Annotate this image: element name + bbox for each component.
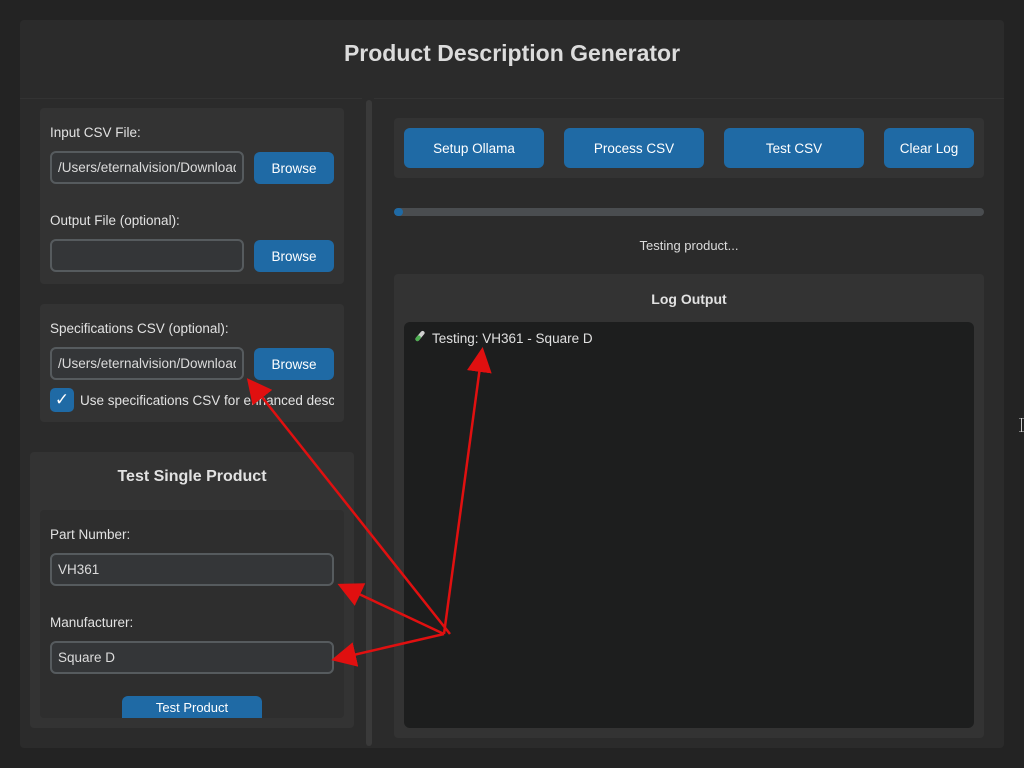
checkmark-icon: ✓ — [54, 390, 70, 409]
use-specs-label: Use specifications CSV for enhanced desc — [80, 393, 334, 408]
setup-ollama-button[interactable]: Setup Ollama — [404, 128, 544, 168]
app-title: Product Description Generator — [343, 40, 681, 66]
status-text: Testing product... — [639, 238, 739, 253]
test-tube-icon — [412, 330, 426, 347]
specs-browse-button[interactable]: Browse — [254, 348, 334, 380]
log-title: Log Output — [651, 291, 727, 307]
test-product-title: Test Single Product — [117, 468, 267, 485]
input-csv-label: Input CSV File: — [50, 125, 141, 140]
text-cursor-icon — [1019, 418, 1024, 432]
use-specs-checkbox[interactable]: ✓ — [50, 388, 74, 412]
header-divider — [20, 98, 1004, 99]
manufacturer-field[interactable] — [50, 641, 334, 674]
input-csv-field[interactable] — [50, 151, 244, 184]
log-output[interactable]: Testing: VH361 - Square D — [404, 322, 974, 728]
left-scrollbar[interactable] — [366, 100, 372, 746]
manufacturer-label: Manufacturer: — [50, 615, 134, 630]
app-window: Product Description Generator Input CSV … — [20, 20, 1004, 748]
specs-csv-field[interactable] — [50, 347, 244, 380]
log-line-text: Testing: VH361 - Square D — [432, 331, 593, 346]
clear-log-button[interactable]: Clear Log — [884, 128, 974, 168]
specs-csv-label: Specifications CSV (optional): — [50, 321, 229, 336]
output-file-field[interactable] — [50, 239, 244, 272]
input-browse-button[interactable]: Browse — [254, 152, 334, 184]
part-number-field[interactable] — [50, 553, 334, 586]
progress-fill — [394, 208, 403, 216]
process-csv-button[interactable]: Process CSV — [564, 128, 704, 168]
part-number-label: Part Number: — [50, 527, 131, 542]
output-browse-button[interactable]: Browse — [254, 240, 334, 272]
progress-bar — [394, 208, 984, 216]
output-file-label: Output File (optional): — [50, 213, 180, 228]
test-csv-button[interactable]: Test CSV — [724, 128, 864, 168]
test-product-button[interactable]: Test Product — [122, 696, 262, 718]
log-line: Testing: VH361 - Square D — [412, 330, 966, 347]
